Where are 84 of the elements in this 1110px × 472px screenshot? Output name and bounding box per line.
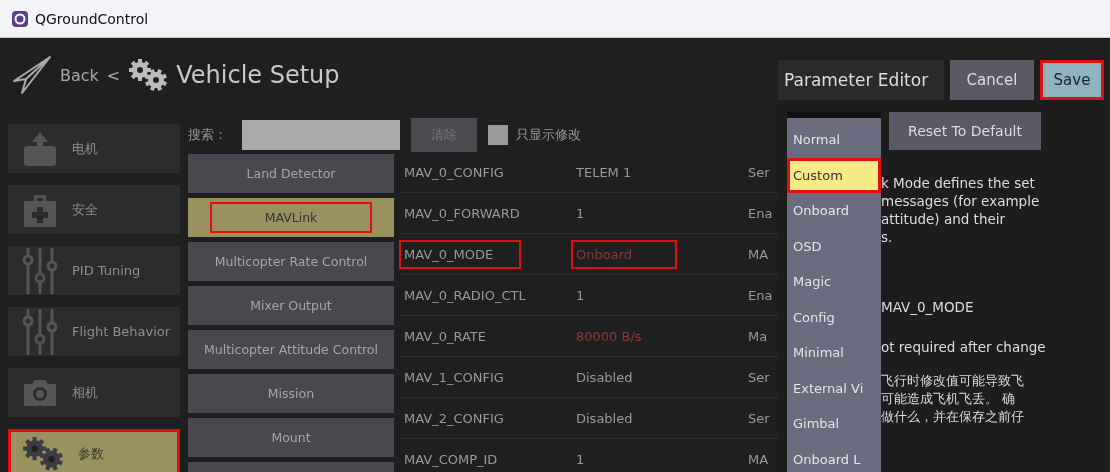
parameter-description: Ma — [748, 328, 768, 344]
breadcrumb-separator: < — [106, 65, 121, 85]
group-button[interactable]: Multicopter Rate Control — [188, 242, 394, 281]
parameter-value: 1 — [575, 204, 586, 223]
parameter-name: MAV_0_RADIO_CTL — [403, 286, 527, 305]
gears-icon — [128, 58, 169, 92]
checkbox[interactable] — [488, 125, 508, 145]
group-label: Mixer Output — [249, 297, 333, 315]
parameter-value: 1 — [575, 450, 586, 469]
sidebar-item[interactable]: Flight Behavior — [8, 307, 180, 356]
sidebar-item[interactable]: 电机 — [8, 124, 180, 173]
sidebar-item[interactable]: 安全 — [8, 185, 180, 234]
back-link[interactable]: Back — [60, 65, 99, 85]
parameter-name: MAV_0_FORWARD — [403, 204, 521, 223]
search-label: 搜索： — [188, 126, 228, 144]
parameter-value: TELEM 1 — [575, 163, 633, 182]
reset-button[interactable]: Reset To Default — [889, 112, 1041, 150]
parameter-name-text: MAV_0_MODE — [881, 298, 975, 316]
parameter-value: 1 — [575, 286, 586, 305]
dropdown-option[interactable]: Minimal — [787, 335, 881, 371]
dropdown-option[interactable]: Onboard L — [787, 441, 881, 472]
parameter-description: Ser — [748, 369, 770, 385]
save-button[interactable]: Save — [1040, 60, 1104, 100]
sliders-icon — [22, 306, 58, 357]
parameter-description: Ena — [748, 205, 773, 221]
parameter-description: Ena — [748, 287, 773, 303]
parameter-value: Onboard — [573, 241, 675, 267]
parameter-value: 80000 B/s — [575, 327, 643, 346]
app-logo-icon — [12, 10, 28, 27]
description-text: k Mode defines the set — [881, 174, 1036, 192]
group-button[interactable]: Mount — [188, 418, 394, 457]
dropdown-option[interactable]: Gimbal — [787, 406, 881, 442]
motor-icon — [22, 131, 58, 166]
parameter-description: Ser — [748, 410, 770, 426]
description-text: attitude) and their — [881, 210, 1007, 228]
sidebar-item[interactable]: 相机 — [8, 368, 180, 417]
sliders-icon — [22, 245, 58, 296]
parameter-description: MA — [748, 246, 769, 262]
warning-text: 可能造成飞机飞丢。 确 — [881, 390, 1016, 408]
group-button[interactable]: Land Detector — [188, 154, 394, 193]
parameter-description: Ser — [748, 164, 770, 180]
parameter-name: MAV_2_CONFIG — [403, 409, 505, 428]
description-text: s. — [881, 228, 894, 246]
checkbox-label: 只显示修改 — [516, 126, 581, 144]
parameter-name: MAV_0_CONFIG — [403, 163, 505, 182]
camera-icon — [22, 377, 58, 408]
parameter-name: MAV_1_CONFIG — [403, 368, 505, 387]
warning-text: 飞行时修改值可能导致飞 — [881, 372, 1025, 390]
dropdown-option[interactable]: OSD — [787, 228, 881, 264]
group-label: Mount — [270, 429, 312, 447]
parameter-name: MAV_COMP_ID — [403, 450, 499, 469]
group-button[interactable]: MAVLink — [188, 198, 394, 237]
warning-text: 做什么，并在保存之前仔 — [881, 408, 1025, 426]
dropdown-option[interactable]: Magic — [787, 264, 881, 300]
paper-plane-icon[interactable] — [12, 55, 52, 95]
group-label: Multicopter Rate Control — [213, 253, 369, 271]
first-aid-kit-icon — [22, 192, 58, 227]
dropdown-option[interactable]: Custom — [787, 157, 881, 193]
group-button[interactable]: Mixer Output — [188, 286, 394, 325]
description-text: messages (for example — [881, 192, 1041, 210]
parameter-value: Disabled — [575, 409, 634, 428]
group-label: MAVLink — [212, 204, 370, 231]
group-button[interactable]: Multicopter Attitude Control — [188, 330, 394, 369]
sidebar-item[interactable]: PID Tuning — [8, 246, 180, 295]
parameter-value: Disabled — [575, 368, 634, 387]
cancel-button[interactable]: Cancel — [950, 60, 1034, 100]
group-label: Multicopter Attitude Control — [203, 341, 379, 359]
parameter-name: MAV_0_MODE — [401, 241, 519, 267]
group-button[interactable]: Mission — [188, 374, 394, 413]
dialog-title: Parameter Editor — [778, 60, 944, 100]
group-label: Land Detector — [245, 165, 337, 183]
search-field[interactable] — [242, 120, 400, 150]
gears-icon — [22, 435, 64, 472]
group-label: Mission — [266, 385, 316, 403]
page-title: Vehicle Setup — [176, 61, 340, 89]
window-title: QGroundControl — [35, 10, 149, 27]
dropdown-option[interactable]: Normal — [787, 122, 881, 158]
reboot-note: ot required after change — [881, 338, 1047, 356]
dropdown-option[interactable]: Config — [787, 299, 881, 335]
dropdown-option[interactable]: Onboard — [787, 193, 881, 229]
sidebar-item[interactable]: 参数 — [8, 429, 180, 472]
parameter-description: MA — [748, 451, 769, 467]
parameter-name: MAV_0_RATE — [403, 327, 487, 346]
dropdown-option[interactable]: External Vi — [787, 370, 881, 406]
